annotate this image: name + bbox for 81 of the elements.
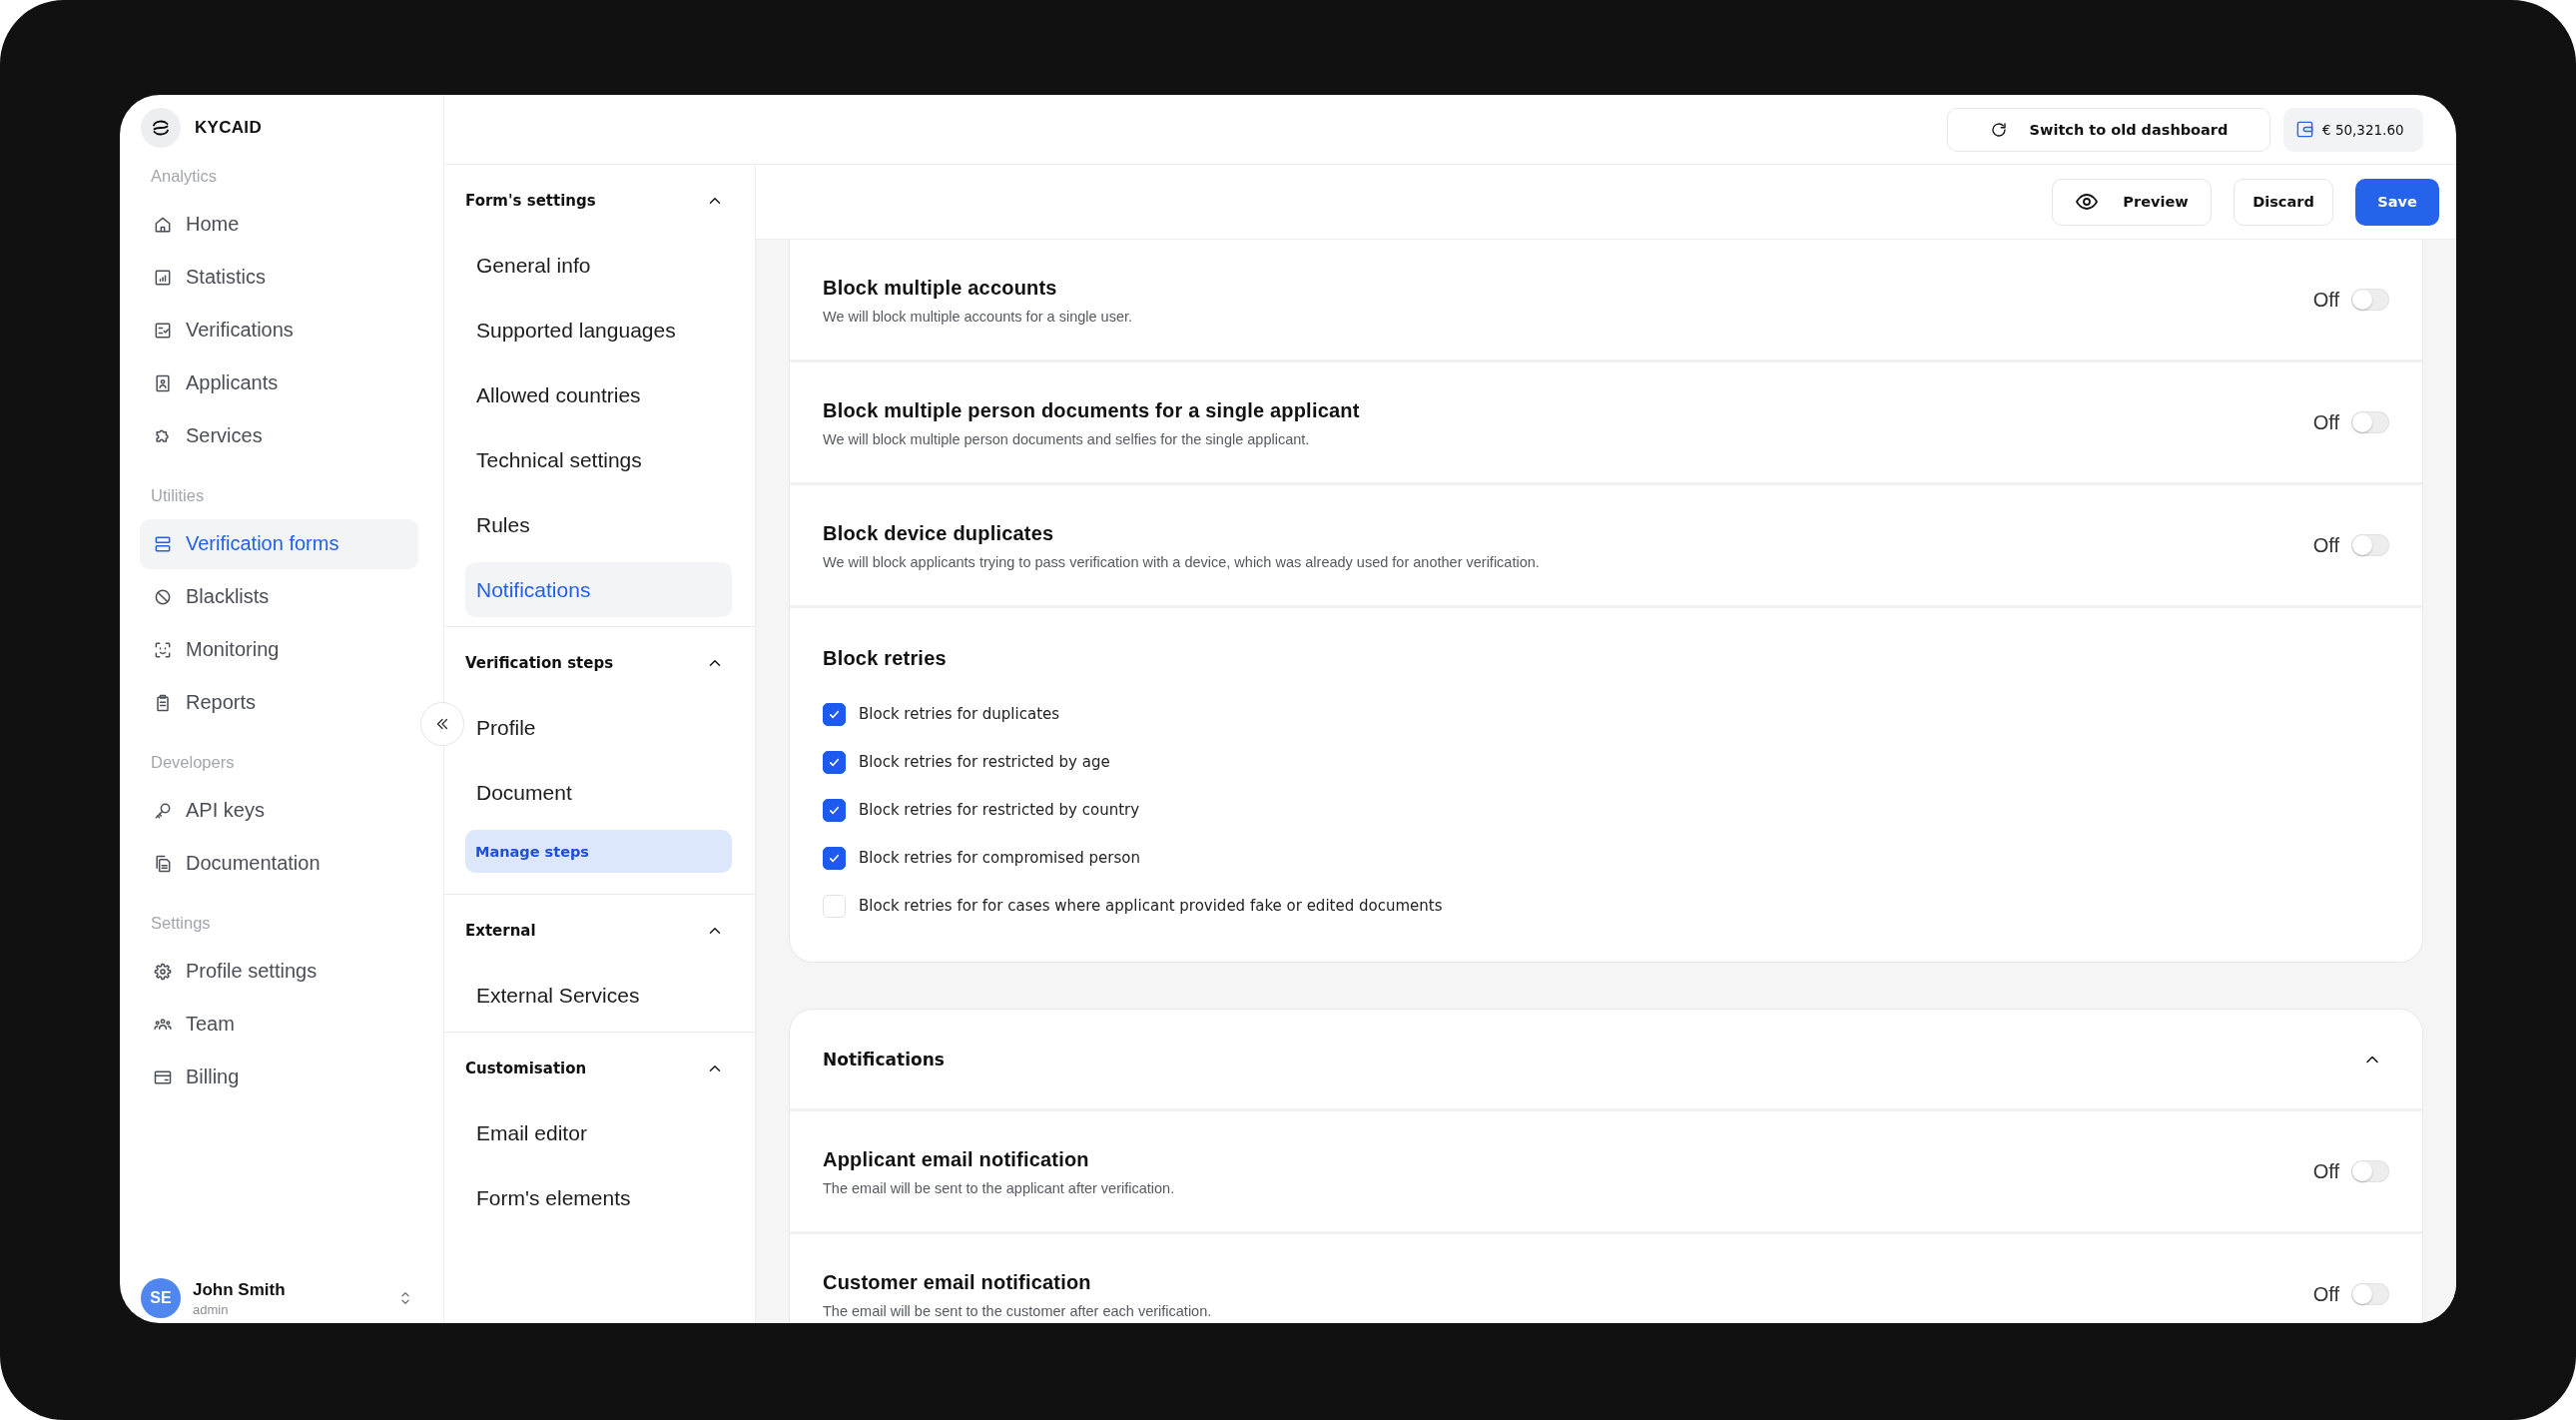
nav-item[interactable]: Notifications: [465, 562, 732, 617]
refresh-icon: [1989, 120, 2008, 139]
sidebar-item[interactable]: Billing: [140, 1052, 418, 1102]
nav-item[interactable]: External Services: [465, 968, 732, 1023]
user-avatar: SE: [141, 1278, 181, 1318]
sidebar-item[interactable]: Statistics: [140, 252, 418, 303]
setting-description: The email will be sent to the customer after each verification.: [823, 1302, 1213, 1319]
preview-button[interactable]: Preview: [2052, 178, 2212, 226]
sidebar-item[interactable]: Services: [140, 410, 418, 461]
sidebar-item[interactable]: Reports: [140, 677, 418, 728]
checkbox-label: Block retries for duplicates: [859, 705, 1060, 723]
discard-button[interactable]: Discard: [2234, 178, 2333, 226]
sidebar-item[interactable]: Applicants: [140, 357, 418, 408]
checkbox[interactable]: [823, 702, 846, 726]
checkbox-label: Block retries for for cases where applicant provided fake or edited documents: [859, 897, 1443, 915]
sidebar-item[interactable]: Blacklists: [140, 571, 418, 622]
checkbox-label: Block retries for restricted by country: [859, 801, 1140, 819]
nav-item[interactable]: Profile: [465, 700, 732, 755]
toggle-switch[interactable]: [2351, 534, 2389, 556]
save-button[interactable]: Save: [2355, 178, 2439, 226]
sidebar-section-label: Utilities: [150, 485, 206, 506]
nav-item[interactable]: Technical settings: [465, 432, 732, 487]
nav-item[interactable]: Rules: [465, 497, 732, 552]
nav-group-header[interactable]: Form's settings: [465, 176, 732, 226]
wallet-icon: [2295, 120, 2314, 139]
section-header[interactable]: Notifications: [790, 1010, 2422, 1111]
manage-steps-button[interactable]: Manage steps: [465, 830, 732, 873]
toggle-switch[interactable]: [2351, 411, 2389, 433]
toggle-state-label: Off: [2312, 1282, 2339, 1306]
setting-title: Customer email notification: [823, 1269, 1092, 1294]
checkbox-label: Block retries for compromised person: [859, 849, 1140, 867]
id-badge-icon: [153, 372, 173, 393]
switch-dashboard-button[interactable]: Switch to old dashboard: [1947, 107, 2270, 152]
setting-title: Block retries: [823, 646, 948, 670]
sidebar-item[interactable]: Verification forms: [140, 518, 418, 569]
sidebar-section-label: Settings: [150, 913, 212, 934]
toggle-state-label: Off: [2312, 410, 2339, 434]
nav-item[interactable]: General info: [465, 238, 732, 293]
setting-title: Block device duplicates: [823, 520, 1055, 545]
toggle-state-label: Off: [2312, 533, 2339, 557]
nav-group-header[interactable]: Customisation: [465, 1044, 732, 1093]
setting-title: Block multiple person documents for a single applicant: [823, 397, 1361, 422]
setting-description: We will block multiple person documents and selfies for the single applicant.: [823, 430, 1311, 447]
nav-item[interactable]: Supported languages: [465, 303, 732, 357]
sidebar-section-label: Analytics: [150, 166, 219, 187]
sidebar-item[interactable]: Profile settings: [140, 946, 418, 997]
setting-description: We will block applicants trying to pass verification with a device, which was already used for another verification.: [823, 553, 1541, 570]
nav-group-header[interactable]: Verification steps: [465, 638, 732, 688]
sidebar-item[interactable]: Home: [140, 199, 418, 250]
setting-description: The email will be sent to the applicant after verification.: [823, 1179, 1176, 1196]
swirl-logo-icon: [141, 107, 181, 148]
setting-title: Applicant email notification: [823, 1146, 1090, 1171]
balance-amount: € 50,321.60: [2322, 121, 2404, 138]
user-name: John Smith: [193, 1279, 286, 1300]
toggle-switch[interactable]: [2351, 289, 2389, 311]
toggle-state-label: Off: [2312, 1159, 2339, 1183]
sidebar-item[interactable]: API keys: [140, 785, 418, 836]
sidebar-item[interactable]: Team: [140, 999, 418, 1050]
toggle-state-label: Off: [2312, 288, 2339, 312]
toggle-switch[interactable]: [2351, 1283, 2389, 1305]
sidebar-item[interactable]: Monitoring: [140, 624, 418, 675]
toggle-switch[interactable]: [2351, 1160, 2389, 1182]
nav-item[interactable]: Email editor: [465, 1105, 732, 1160]
user-role: admin: [193, 1301, 230, 1317]
nav-item[interactable]: Document: [465, 765, 732, 820]
gear-icon: [153, 961, 173, 982]
nav-item[interactable]: Form's elements: [465, 1170, 732, 1225]
setting-description: We will block multiple accounts for a single user.: [823, 308, 1133, 325]
sidebar-section-label: Developers: [150, 752, 236, 773]
brand-name: KYCAID: [195, 117, 262, 138]
nav-item[interactable]: Allowed countries: [465, 367, 732, 422]
collapse-sidebar-button[interactable]: [420, 702, 464, 746]
sidebar-item[interactable]: Verifications: [140, 305, 418, 355]
sidebar-item[interactable]: Documentation: [140, 838, 418, 889]
checkbox[interactable]: [823, 846, 846, 870]
setting-title: Block multiple accounts: [823, 275, 1058, 300]
documents-icon: [153, 853, 173, 874]
checkbox[interactable]: [823, 750, 846, 774]
checkbox[interactable]: [823, 798, 846, 822]
checkbox-label: Block retries for restricted by age: [859, 753, 1110, 771]
nav-group-header[interactable]: External: [465, 906, 732, 956]
